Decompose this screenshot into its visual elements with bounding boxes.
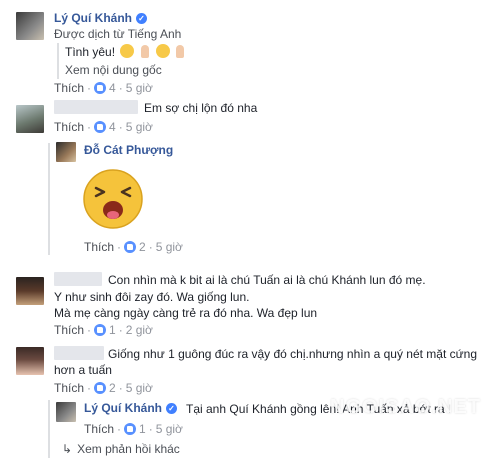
verified-badge-icon: ✓ [136, 13, 147, 24]
hidden-author-name [54, 100, 138, 114]
like-count-icon[interactable] [124, 241, 137, 253]
see-original-link[interactable]: Xem nội dung gốc [65, 63, 162, 77]
comment-text: Tình yêu! [65, 44, 186, 59]
like-button[interactable]: Thích [54, 120, 84, 134]
reply-thread-line [48, 400, 50, 458]
timestamp[interactable]: 5 giờ [156, 240, 183, 254]
hidden-author-name [54, 272, 102, 286]
reply-author[interactable]: Lý Quí Khánh ✓ [84, 401, 177, 415]
reply-author[interactable]: Đỗ Cát Phượng [84, 143, 173, 157]
separator: · [118, 381, 123, 395]
timestamp[interactable]: 5 giờ [126, 120, 153, 134]
separator: · [118, 81, 123, 95]
avatar[interactable] [16, 12, 44, 40]
timestamp[interactable]: 5 giờ [126, 381, 153, 395]
like-count-icon[interactable] [94, 324, 107, 336]
pray-emoji-icon [174, 45, 186, 58]
comment-text-line-2: Y như sinh đôi zay đó. Wa giống lun. [54, 290, 250, 304]
comment-text: Em sợ chị lộn đó nha [144, 101, 258, 115]
comment-author[interactable]: Lý Quí Khánh ✓ [54, 11, 147, 25]
comment-text-line-1: Giống như 1 guông đúc ra vậy đó chị.nhưn… [108, 347, 478, 361]
reply-actions: Thích · 2 · 5 giờ [84, 240, 183, 254]
grin-emoji-icon [156, 44, 171, 58]
author-name[interactable]: Lý Quí Khánh [54, 11, 132, 25]
like-count-icon[interactable] [94, 121, 107, 133]
separator: · [87, 120, 92, 134]
like-button[interactable]: Thích [54, 323, 84, 337]
like-count-icon[interactable] [124, 423, 137, 435]
hidden-author-name [54, 346, 104, 360]
comment-actions: Thích · 1 · 2 giờ [54, 323, 153, 337]
like-button[interactable]: Thích [54, 381, 84, 395]
comment-text-content: Tình yêu! [65, 45, 116, 59]
grin-emoji-icon [120, 44, 135, 58]
comment-actions: Thích · 4 · 5 giờ [54, 81, 153, 95]
separator: · [118, 323, 123, 337]
separator: · [148, 240, 153, 254]
more-replies[interactable]: ↳ Xem phản hồi khác [62, 442, 180, 456]
avatar[interactable] [56, 142, 76, 162]
comment-text-line-1: Con nhìn mà k bit ai là chú Tuấn ai là c… [108, 273, 426, 287]
verified-badge-icon: ✓ [166, 403, 177, 414]
comment-actions: Thích · 2 · 5 giờ [54, 381, 153, 395]
comment-actions: Thích · 4 · 5 giờ [54, 120, 153, 134]
avatar[interactable] [16, 347, 44, 375]
watermark: NGOISAO.NET [330, 396, 482, 418]
separator: · [87, 381, 92, 395]
avatar[interactable] [56, 402, 76, 422]
like-count[interactable]: 2 [139, 240, 146, 254]
reply-arrow-icon: ↳ [62, 442, 73, 456]
like-button[interactable]: Thích [84, 240, 114, 254]
like-count-icon[interactable] [94, 82, 107, 94]
translated-note: Được dịch từ Tiếng Anh [54, 27, 182, 41]
comment-text-line-3: Mà mẹ càng ngày càng trẻ ra đó nha. Wa đ… [54, 306, 318, 320]
separator: · [117, 240, 122, 254]
comment-text-line-2: hơn a tuấn [54, 363, 112, 377]
reply-thread-line [48, 143, 50, 255]
separator: · [117, 422, 122, 436]
pray-emoji-icon [139, 45, 151, 58]
laughing-face-sticker [82, 168, 144, 230]
timestamp[interactable]: 2 giờ [126, 323, 153, 337]
separator: · [87, 323, 92, 337]
timestamp[interactable]: 5 giờ [156, 422, 183, 436]
avatar[interactable] [16, 105, 44, 133]
more-replies-label[interactable]: Xem phản hồi khác [77, 442, 180, 456]
separator: · [118, 120, 123, 134]
like-count-icon[interactable] [94, 382, 107, 394]
avatar[interactable] [16, 277, 44, 305]
translation-divider [57, 43, 59, 79]
reply-actions: Thích · 1 · 5 giờ [84, 422, 183, 436]
timestamp[interactable]: 5 giờ [126, 81, 153, 95]
like-button[interactable]: Thích [54, 81, 84, 95]
like-button[interactable]: Thích [84, 422, 114, 436]
like-count[interactable]: 1 [139, 422, 146, 436]
author-name[interactable]: Lý Quí Khánh [84, 401, 162, 415]
separator: · [87, 81, 92, 95]
like-count[interactable]: 4 [109, 81, 116, 95]
like-count[interactable]: 1 [109, 323, 116, 337]
like-count[interactable]: 4 [109, 120, 116, 134]
like-count[interactable]: 2 [109, 381, 116, 395]
separator: · [148, 422, 153, 436]
